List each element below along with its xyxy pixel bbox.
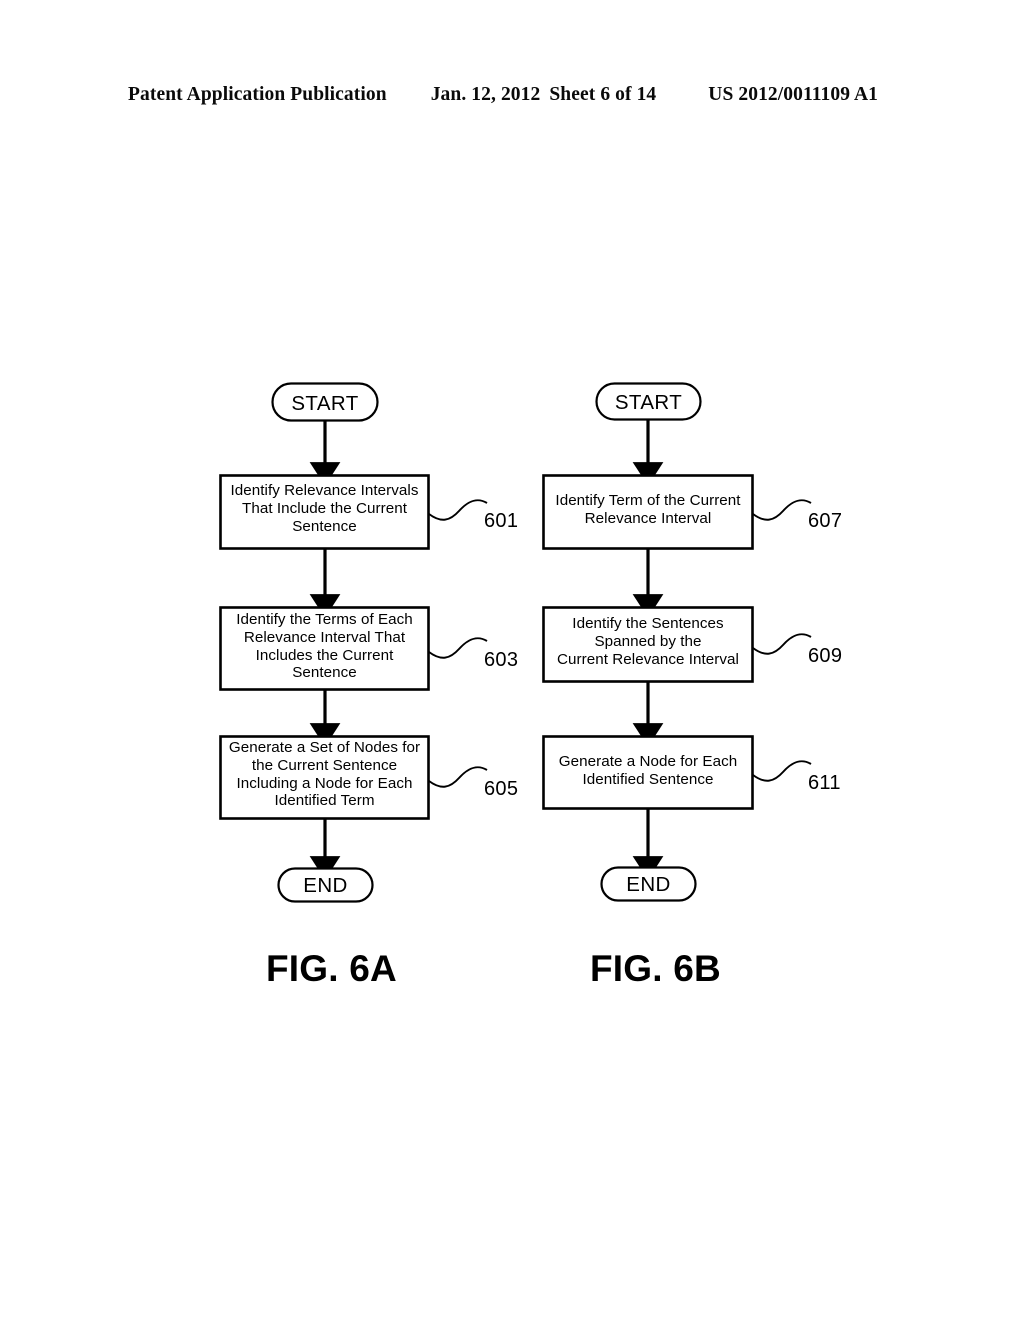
node-603-shape: [219, 606, 430, 691]
reference-numeral-609: 609: [808, 645, 843, 667]
reference-numeral-603: 603: [484, 649, 519, 671]
node-609-shape: [542, 606, 754, 683]
reference-numeral-607: 607: [808, 510, 843, 532]
leader-line-607: [752, 499, 812, 521]
leader-line-603: [428, 637, 488, 659]
leader-line-609: [752, 633, 812, 655]
node-607-shape: [542, 474, 754, 550]
reference-numeral-601: 601: [484, 510, 519, 532]
node-605-shape: [219, 735, 430, 820]
leader-line-605: [428, 766, 488, 788]
leader-line-601: [428, 499, 488, 521]
node-601-shape: [219, 474, 430, 550]
figure-caption-6a: FIG. 6A: [266, 948, 397, 989]
leader-line-611: [752, 760, 812, 782]
node-end-b-shape: [600, 866, 697, 902]
figure-caption-6b: FIG. 6B: [590, 948, 721, 989]
reference-numeral-605: 605: [484, 778, 519, 800]
reference-numeral-611: 611: [808, 772, 841, 794]
node-start-b-shape: [595, 382, 702, 421]
node-611-shape: [542, 735, 754, 810]
node-end-a-shape: [277, 867, 374, 903]
node-start-a-shape: [271, 382, 379, 422]
